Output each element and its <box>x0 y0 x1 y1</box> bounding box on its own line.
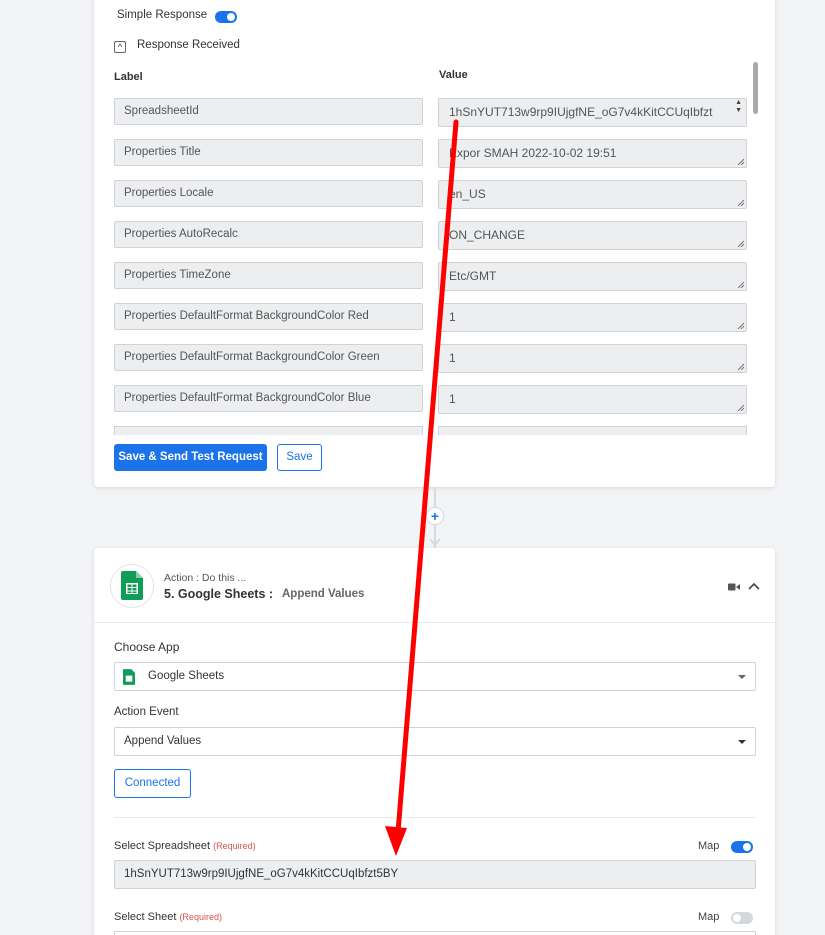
spreadsheet-input[interactable]: 1hSnYUT713w9rp9IUjgfNE_oG7v4kKitCCUqIbfz… <box>114 860 756 889</box>
row-label-field: Properties DefaultFormat BackgroundColor… <box>114 385 423 412</box>
row-value-field-partial <box>438 426 747 435</box>
action-event-value: Append Values <box>124 735 202 747</box>
row-value-field[interactable]: en_US <box>438 180 747 209</box>
dropdown-caret-icon <box>738 740 746 744</box>
row-value-field[interactable]: 1 <box>438 385 747 414</box>
row-value-field[interactable]: Expor SMAH 2022-10-02 19:51 <box>438 139 747 168</box>
action-prefix: Action : Do this ... <box>164 572 247 584</box>
rows-scrollbar[interactable] <box>753 62 758 114</box>
row-label-field: Properties DefaultFormat BackgroundColor… <box>114 303 423 330</box>
value-column-header: Value <box>439 69 468 81</box>
row-value-text: 1hSnYUT713w9rp9IUjgfNE_oG7v4kKitCCUqIbfz… <box>449 105 713 119</box>
select-sheet-label: Select Sheet (Required) <box>114 911 222 923</box>
row-label-field: Properties Locale <box>114 180 423 207</box>
chevron-up-icon[interactable] <box>748 582 760 591</box>
row-label-field: Properties DefaultFormat BackgroundColor… <box>114 344 423 371</box>
resize-handle-icon[interactable] <box>736 403 744 411</box>
google-sheets-icon <box>121 571 143 600</box>
connector-arrow-icon <box>429 538 441 547</box>
row-value-field[interactable]: Etc/GMT <box>438 262 747 291</box>
row-value-field[interactable]: 1 <box>438 303 747 332</box>
row-value-field[interactable]: 1hSnYUT713w9rp9IUjgfNE_oG7v4kKitCCUqIbfz… <box>438 98 747 127</box>
video-icon[interactable] <box>728 582 740 592</box>
row-label-field: Properties AutoRecalc <box>114 221 423 248</box>
row-value-text: Etc/GMT <box>449 269 497 283</box>
section-divider <box>114 817 756 818</box>
row-label-field: Properties TimeZone <box>114 262 423 289</box>
row-value-text: 1 <box>449 310 456 324</box>
row-value-text: Expor SMAH 2022-10-02 19:51 <box>449 146 617 160</box>
row-label-field: Properties Title <box>114 139 423 166</box>
add-step-plus-icon[interactable]: + <box>426 507 444 525</box>
action-event-name: Append Values <box>282 588 365 600</box>
required-marker: (Required) <box>179 912 222 922</box>
row-label-field-partial <box>114 426 423 435</box>
row-value-text: en_US <box>449 187 486 201</box>
select-sheet-input-partial[interactable] <box>114 931 756 935</box>
resize-handle-icon[interactable] <box>736 280 744 288</box>
choose-app-label: Choose App <box>114 640 180 654</box>
simple-response-label: Simple Response <box>117 9 208 21</box>
select-sheet-text: Select Sheet <box>114 911 177 923</box>
row-value-text: 1 <box>449 392 456 406</box>
label-column-header: Label <box>114 71 143 83</box>
collapse-caret-icon[interactable]: ^ <box>114 41 126 53</box>
action-event-select[interactable]: Append Values <box>114 727 756 756</box>
resize-handle-icon[interactable] <box>736 362 744 370</box>
select-spreadsheet-label: Select Spreadsheet (Required) <box>114 840 256 852</box>
action-title: 5. Google Sheets : <box>164 587 274 601</box>
map-label: Map <box>698 840 720 852</box>
header-divider <box>94 622 775 623</box>
response-received-label: Response Received <box>137 39 240 51</box>
simple-response-toggle[interactable] <box>215 11 237 23</box>
map-label: Map <box>698 911 720 923</box>
connected-button[interactable]: Connected <box>114 769 191 798</box>
choose-app-value: Google Sheets <box>148 670 225 682</box>
google-sheets-icon <box>123 669 135 685</box>
row-value-text: 1 <box>449 351 456 365</box>
resize-handle-icon[interactable] <box>736 239 744 247</box>
resize-handle-icon[interactable] <box>736 198 744 206</box>
select-spreadsheet-text: Select Spreadsheet <box>114 840 211 852</box>
map-toggle-sheet[interactable] <box>731 912 753 924</box>
row-label-field: SpreadsheetId <box>114 98 423 125</box>
choose-app-select[interactable]: Google Sheets <box>114 662 756 691</box>
resize-handle-icon[interactable] <box>736 157 744 165</box>
map-toggle-spreadsheet[interactable] <box>731 841 753 853</box>
row-value-field[interactable]: 1 <box>438 344 747 373</box>
dropdown-caret-icon <box>738 675 746 679</box>
resize-handle-icon[interactable] <box>736 321 744 329</box>
row-value-field[interactable]: ON_CHANGE <box>438 221 747 250</box>
save-button[interactable]: Save <box>277 444 322 471</box>
required-marker: (Required) <box>213 841 256 851</box>
spinner-icon[interactable]: ▲ ▼ <box>735 99 742 115</box>
action-event-label: Action Event <box>114 706 179 718</box>
row-value-text: ON_CHANGE <box>449 228 526 242</box>
save-send-test-button[interactable]: Save & Send Test Request <box>114 444 267 471</box>
